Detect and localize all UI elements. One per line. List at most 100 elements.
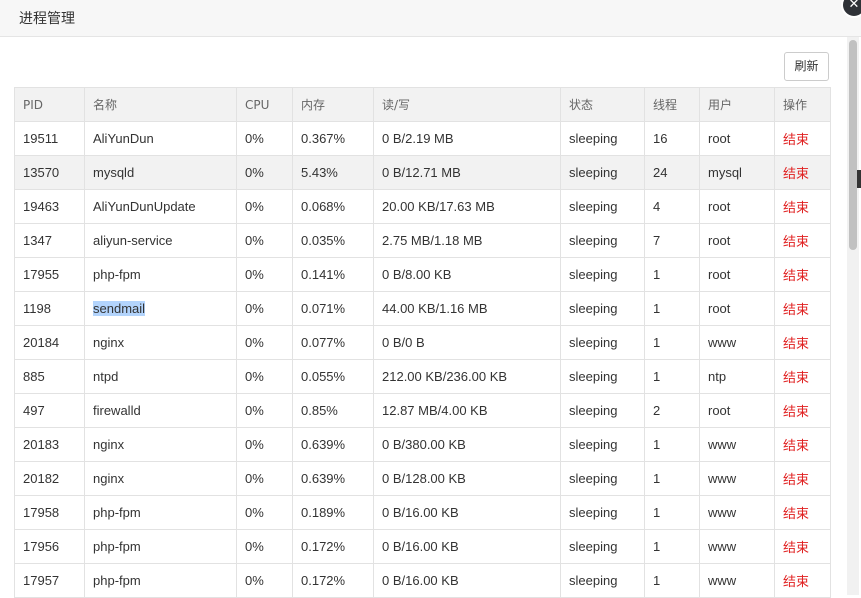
column-header-cpu[interactable]: CPU — [236, 87, 293, 122]
cell-io-text: 0 B/380.00 KB — [382, 437, 466, 452]
cell-user: ntp — [699, 359, 775, 394]
table-row[interactable]: 19511 AliYunDun 0% 0.367% 0 B/2.19 MB sleepin… — [14, 121, 831, 156]
cell-user-text: root — [708, 131, 731, 146]
cell-memory: 0.367% — [292, 121, 374, 156]
cell-cpu: 0% — [236, 189, 293, 224]
cell-cpu: 0% — [236, 121, 293, 156]
cell-status-text: sleeping — [569, 403, 618, 418]
end-process-link-text[interactable]: 结束 — [783, 167, 809, 182]
end-process-link-text[interactable]: 结束 — [783, 371, 809, 386]
table-row[interactable]: 497 firewalld 0% 0.85% 12.87 MB/4.00 KB sleep… — [14, 393, 831, 428]
scrollbar-thumb[interactable] — [849, 40, 857, 250]
cell-memory: 0.141% — [292, 257, 374, 292]
cell-pid-text: 1198 — [23, 301, 51, 316]
table-row[interactable]: 1198 sendmail 0% 0.071% 44.00 KB/1.16 MB slee… — [14, 291, 831, 326]
cell-io: 0 B/0 B — [373, 325, 561, 360]
cell-name-text: nginx — [93, 437, 125, 452]
table-row[interactable]: 20183 nginx 0% 0.639% 0 B/380.00 KB sleeping 1… — [14, 427, 831, 462]
table-row[interactable]: 885 ntpd 0% 0.055% 212.00 KB/236.00 KB sleepi… — [14, 359, 831, 394]
cell-cpu: 0% — [236, 291, 293, 326]
cell-cpu-text: 0% — [245, 301, 264, 316]
column-header-status[interactable]: 状态 — [560, 87, 645, 122]
cell-cpu-text: 0% — [245, 233, 264, 248]
table-row[interactable]: 17957 php-fpm 0% 0.172% 0 B/16.00 KB sleeping… — [14, 563, 831, 598]
end-process-link-text[interactable]: 结束 — [783, 541, 809, 556]
end-process-link[interactable]: 结束 — [774, 495, 831, 530]
column-header-action: 操作 — [774, 87, 831, 122]
cell-name-text: php-fpm — [93, 505, 141, 520]
end-process-link[interactable]: 结束 — [774, 393, 831, 428]
cell-name-text: php-fpm — [93, 539, 141, 554]
cell-io-text: 44.00 KB/1.16 MB — [382, 301, 488, 316]
end-process-link-text[interactable]: 结束 — [783, 439, 809, 454]
cell-io: 0 B/2.19 MB — [373, 121, 561, 156]
end-process-link[interactable]: 结束 — [774, 155, 831, 190]
cell-user-text: www — [708, 437, 737, 452]
end-process-link[interactable]: 结束 — [774, 223, 831, 258]
end-process-link[interactable]: 结束 — [774, 359, 831, 394]
table-row[interactable]: 20182 nginx 0% 0.639% 0 B/128.00 KB sleeping 1… — [14, 461, 831, 496]
cell-name-text: aliyun-service — [93, 233, 173, 248]
end-process-link-text[interactable]: 结束 — [783, 303, 809, 318]
end-process-link[interactable]: 结束 — [774, 529, 831, 564]
cell-cpu: 0% — [236, 257, 293, 292]
end-process-link-text[interactable]: 结束 — [783, 235, 809, 250]
column-header-io[interactable]: 读/写 — [373, 87, 561, 122]
end-process-link[interactable]: 结束 — [774, 563, 831, 598]
end-process-link-text[interactable]: 结束 — [783, 575, 809, 590]
refresh-button[interactable]: 刷新 — [784, 52, 829, 81]
column-header-name[interactable]: 名称 — [84, 87, 237, 122]
table-row[interactable]: 17956 php-fpm 0% 0.172% 0 B/16.00 KB sleeping… — [14, 529, 831, 564]
cell-pid: 13570 — [14, 155, 85, 190]
table-row[interactable]: 17958 php-fpm 0% 0.189% 0 B/16.00 KB sleeping… — [14, 495, 831, 530]
cell-memory: 5.43% — [292, 155, 374, 190]
table-row[interactable]: 17955 php-fpm 0% 0.141% 0 B/8.00 KB sleeping 1… — [14, 257, 831, 292]
end-process-link[interactable]: 结束 — [774, 121, 831, 156]
cell-name: php-fpm — [84, 495, 237, 530]
end-process-link[interactable]: 结束 — [774, 257, 831, 292]
table-row[interactable]: 20184 nginx 0% 0.077% 0 B/0 B sleeping 1 www 结束 — [14, 325, 831, 360]
cell-threads: 1 — [644, 257, 700, 292]
end-process-link-text[interactable]: 结束 — [783, 337, 809, 352]
end-process-link[interactable]: 结束 — [774, 427, 831, 462]
cell-status-text: sleeping — [569, 539, 618, 554]
cell-threads-text: 16 — [653, 131, 668, 146]
end-process-link[interactable]: 结束 — [774, 291, 831, 326]
cell-user: root — [699, 223, 775, 258]
end-process-link[interactable]: 结束 — [774, 461, 831, 496]
column-header-user[interactable]: 用户 — [699, 87, 775, 122]
cell-threads: 2 — [644, 393, 700, 428]
table-row[interactable]: 1347 aliyun-service 0% 0.035% 2.75 MB/1.18 M… — [14, 223, 831, 258]
cell-name: mysqld — [84, 155, 237, 190]
end-process-link-text[interactable]: 结束 — [783, 133, 809, 148]
cell-pid-text: 1347 — [23, 233, 52, 248]
table-row[interactable]: 19463 AliYunDunUpdate 0% 0.068% 20.00 KB/17.… — [14, 189, 831, 224]
column-header-memory[interactable]: 内存 — [292, 87, 374, 122]
end-process-link-text[interactable]: 结束 — [783, 201, 809, 216]
cell-status-text: sleeping — [569, 233, 618, 248]
cell-pid: 17956 — [14, 529, 85, 564]
end-process-link-text[interactable]: 结束 — [783, 405, 809, 420]
table-row[interactable]: 13570 mysqld 0% 5.43% 0 B/12.71 MB sleeping 24… — [14, 155, 831, 190]
end-process-link-text[interactable]: 结束 — [783, 473, 809, 488]
end-process-link[interactable]: 结束 — [774, 189, 831, 224]
cell-status: sleeping — [560, 223, 645, 258]
cell-memory-text: 0.077% — [301, 335, 346, 350]
cell-pid-text: 17957 — [23, 573, 60, 588]
cell-cpu: 0% — [236, 393, 293, 428]
cell-name-text: ntpd — [93, 369, 119, 384]
end-process-link-text[interactable]: 结束 — [783, 269, 809, 284]
cell-status: sleeping — [560, 189, 645, 224]
end-process-link-text[interactable]: 结束 — [783, 507, 809, 522]
end-process-link[interactable]: 结束 — [774, 325, 831, 360]
cell-name-text: php-fpm — [93, 267, 141, 282]
cell-io-text: 20.00 KB/17.63 MB — [382, 199, 495, 214]
cell-status: sleeping — [560, 393, 645, 428]
cell-status: sleeping — [560, 495, 645, 530]
cell-memory-text: 0.071% — [301, 301, 346, 316]
cell-status: sleeping — [560, 563, 645, 598]
cell-user-text: www — [708, 573, 737, 588]
cell-cpu: 0% — [236, 461, 293, 496]
column-header-pid[interactable]: PID — [14, 87, 85, 122]
column-header-threads[interactable]: 线程 — [644, 87, 700, 122]
